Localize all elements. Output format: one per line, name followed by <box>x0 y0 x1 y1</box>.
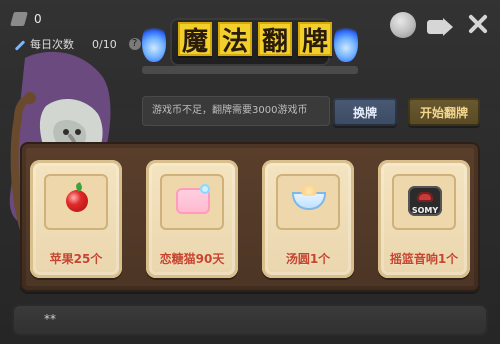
speaker-brand-text: SOMY <box>411 206 439 215</box>
page-title: 魔 法 翻 牌 <box>178 22 332 57</box>
speech-bubble: 游戏币不足，翻牌需要3000游戏币 <box>142 96 330 126</box>
title-tile: 翻 <box>258 22 292 57</box>
close-icon[interactable] <box>466 12 490 36</box>
reward-card[interactable]: SOMY 摇篮音响1个 <box>378 160 470 278</box>
cards-row: 苹果25个 恋糖猫90天 汤圆1个 SOMY 摇篮音响1个 <box>30 160 470 278</box>
title-tile: 牌 <box>298 22 332 57</box>
blanket-icon <box>176 184 210 214</box>
card-label: 汤圆1个 <box>285 252 331 266</box>
card-label: 苹果25个 <box>49 252 103 266</box>
title-tile: 魔 <box>178 22 212 57</box>
blue-flame-icon-left <box>142 22 166 62</box>
megaphone-icon <box>427 18 453 36</box>
bottom-bar <box>12 304 488 336</box>
reward-card[interactable]: 苹果25个 <box>30 160 122 278</box>
speaker-icon: SOMY <box>408 186 442 216</box>
coin-amount: 0 <box>34 12 42 26</box>
apple-icon <box>66 190 88 212</box>
coin-row: 0 <box>10 12 42 26</box>
blue-flame-icon-right <box>334 22 358 62</box>
bottom-text: ** <box>44 312 56 326</box>
start-flip-button[interactable]: 开始翻牌 <box>408 98 480 126</box>
reward-card[interactable]: 汤圆1个 <box>262 160 354 278</box>
card-label: 恋糖猫90天 <box>159 252 225 266</box>
title-stand <box>142 66 358 74</box>
card-label: 摇篮音响1个 <box>389 252 459 266</box>
coin-icon <box>10 12 28 26</box>
reward-card[interactable]: 恋糖猫90天 <box>146 160 238 278</box>
announcement-icon[interactable] <box>424 12 454 42</box>
title-tile: 法 <box>218 22 252 57</box>
pouch-icon[interactable] <box>390 12 416 38</box>
swap-cards-button[interactable]: 换牌 <box>333 98 397 126</box>
